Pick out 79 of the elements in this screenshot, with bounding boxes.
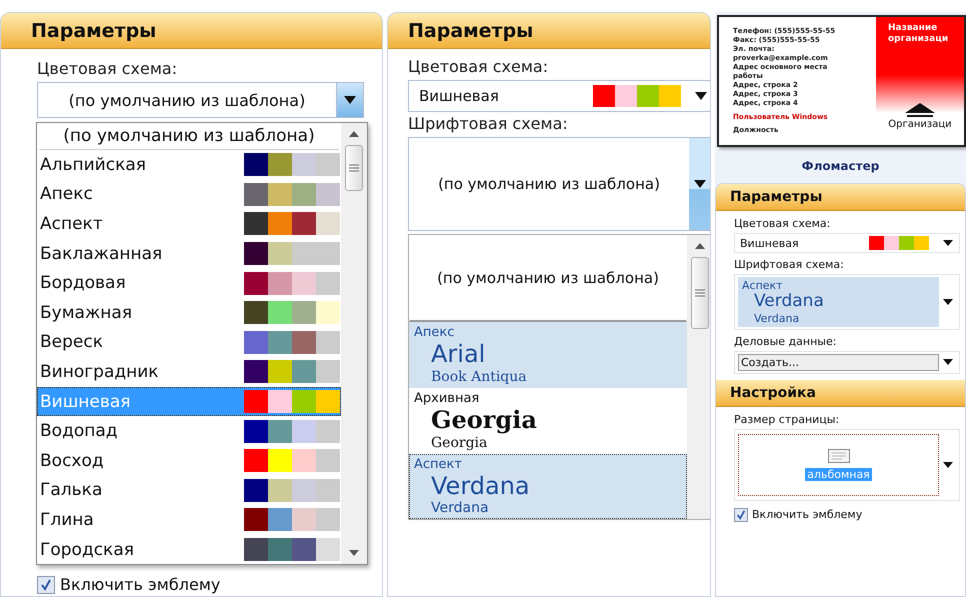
panel-header: Параметры	[388, 13, 710, 49]
panel-header: Настройка	[716, 380, 965, 407]
field-label: Цветовая схема:	[734, 217, 830, 230]
color-scheme-dropdown[interactable]: (по умолчанию из шаблона)	[37, 82, 364, 118]
scroll-thumb[interactable]	[691, 257, 709, 329]
caret-icon[interactable]	[943, 462, 953, 468]
business-data-dropdown[interactable]: Создать...	[734, 350, 960, 374]
scheme-name: Апекс	[414, 325, 454, 340]
checkbox[interactable]	[37, 576, 55, 594]
list-item[interactable]: Вереск	[37, 328, 341, 358]
dropdown-button[interactable]	[689, 138, 710, 230]
font-scheme-item[interactable]: Апекс Arial Book Antiqua	[409, 322, 687, 388]
font-scheme-item[interactable]: Аспект Verdana Verdana	[409, 454, 687, 520]
field-label: Цветовая схема:	[408, 57, 548, 76]
list-item[interactable]: Аспект	[37, 209, 341, 239]
logo-icon	[905, 103, 935, 119]
organization-name: Название	[888, 23, 938, 34]
dropdown-button[interactable]	[336, 83, 363, 117]
grip-icon	[349, 163, 359, 173]
caret-icon[interactable]	[695, 92, 707, 100]
list-item[interactable]: Апекс	[37, 180, 341, 210]
checkmark-icon	[736, 510, 746, 520]
scrollbar[interactable]	[341, 123, 367, 564]
scroll-up-icon[interactable]	[695, 243, 705, 249]
business-card-preview[interactable]	[717, 15, 966, 147]
color-scheme-dropdown[interactable]: Вишневая	[408, 80, 710, 112]
caret-icon	[344, 96, 356, 104]
list-item[interactable]: Галька	[37, 476, 341, 506]
list-item[interactable]: (по умолчанию из шаблона)	[39, 123, 339, 150]
body-font-sample: Verdana	[754, 312, 800, 325]
scheme-name: Аспект	[742, 279, 783, 292]
field-label: Шрифтовая схема:	[408, 114, 568, 133]
logo-checkbox[interactable]: Включить эмблему	[734, 508, 862, 522]
scroll-up-icon[interactable]	[349, 131, 359, 137]
field-label: Цветовая схема:	[37, 59, 178, 78]
list-item[interactable]: Городская	[37, 534, 341, 564]
list-item[interactable]: Восход	[37, 446, 341, 476]
caret-icon[interactable]	[943, 240, 953, 246]
caret-icon[interactable]	[943, 298, 953, 305]
body-font-sample: Book Antiqua	[431, 368, 527, 385]
heading-font-sample: Georgia	[431, 406, 537, 435]
field-label: Размер страницы:	[734, 412, 840, 426]
panel-header: Параметры	[716, 184, 965, 211]
page-size-value: альбомная	[805, 468, 872, 481]
font-scheme-item[interactable]: Архивная Georgia Georgia	[409, 388, 687, 454]
field-label: Деловые данные:	[734, 334, 836, 348]
organization-name: организаци	[888, 34, 950, 45]
scheme-name: Аспект	[414, 456, 462, 472]
scrollbar[interactable]	[687, 235, 710, 520]
logo-checkbox[interactable]: Включить эмблему	[37, 575, 220, 594]
scroll-down-icon[interactable]	[349, 550, 359, 556]
list-item[interactable]: Глина	[37, 505, 341, 535]
field-label: Шрифтовая схема:	[734, 258, 844, 271]
list-item[interactable]: Виноградник	[37, 357, 341, 387]
font-scheme-dropdown[interactable]: (по умолчанию из шаблона)	[408, 137, 710, 231]
heading-font-sample: Verdana	[754, 292, 824, 312]
organization-logo-text: Организаци	[888, 119, 952, 130]
heading-font-sample: Arial	[431, 340, 486, 369]
caret-icon	[694, 180, 706, 188]
list-item[interactable]: Бордовая	[37, 268, 341, 298]
scroll-thumb[interactable]	[345, 145, 363, 191]
design-caption: Фломастер	[800, 159, 880, 173]
list-item[interactable]: Баклажанная	[37, 238, 341, 268]
landscape-page-icon	[828, 448, 850, 463]
grip-icon	[695, 288, 705, 298]
body-font-sample: Georgia	[431, 434, 488, 451]
heading-font-sample: Verdana	[431, 472, 530, 500]
panel-header: Параметры	[1, 13, 382, 49]
checkmark-icon	[40, 578, 52, 591]
list-item[interactable]: Бумажная	[37, 298, 341, 328]
list-item[interactable]: Водопад	[37, 416, 341, 446]
checkbox[interactable]	[734, 508, 748, 522]
body-font-sample: Verdana	[431, 500, 489, 516]
scheme-name: Архивная	[414, 390, 480, 406]
color-scheme-dropdown[interactable]: Вишневая	[734, 233, 960, 253]
font-scheme-dropdown[interactable]: Аспект Verdana Verdana	[734, 274, 960, 330]
dropdown-value: (по умолчанию из шаблона)	[68, 90, 306, 110]
list-item[interactable]: Альпийская	[37, 150, 341, 180]
caret-icon[interactable]	[943, 359, 953, 366]
